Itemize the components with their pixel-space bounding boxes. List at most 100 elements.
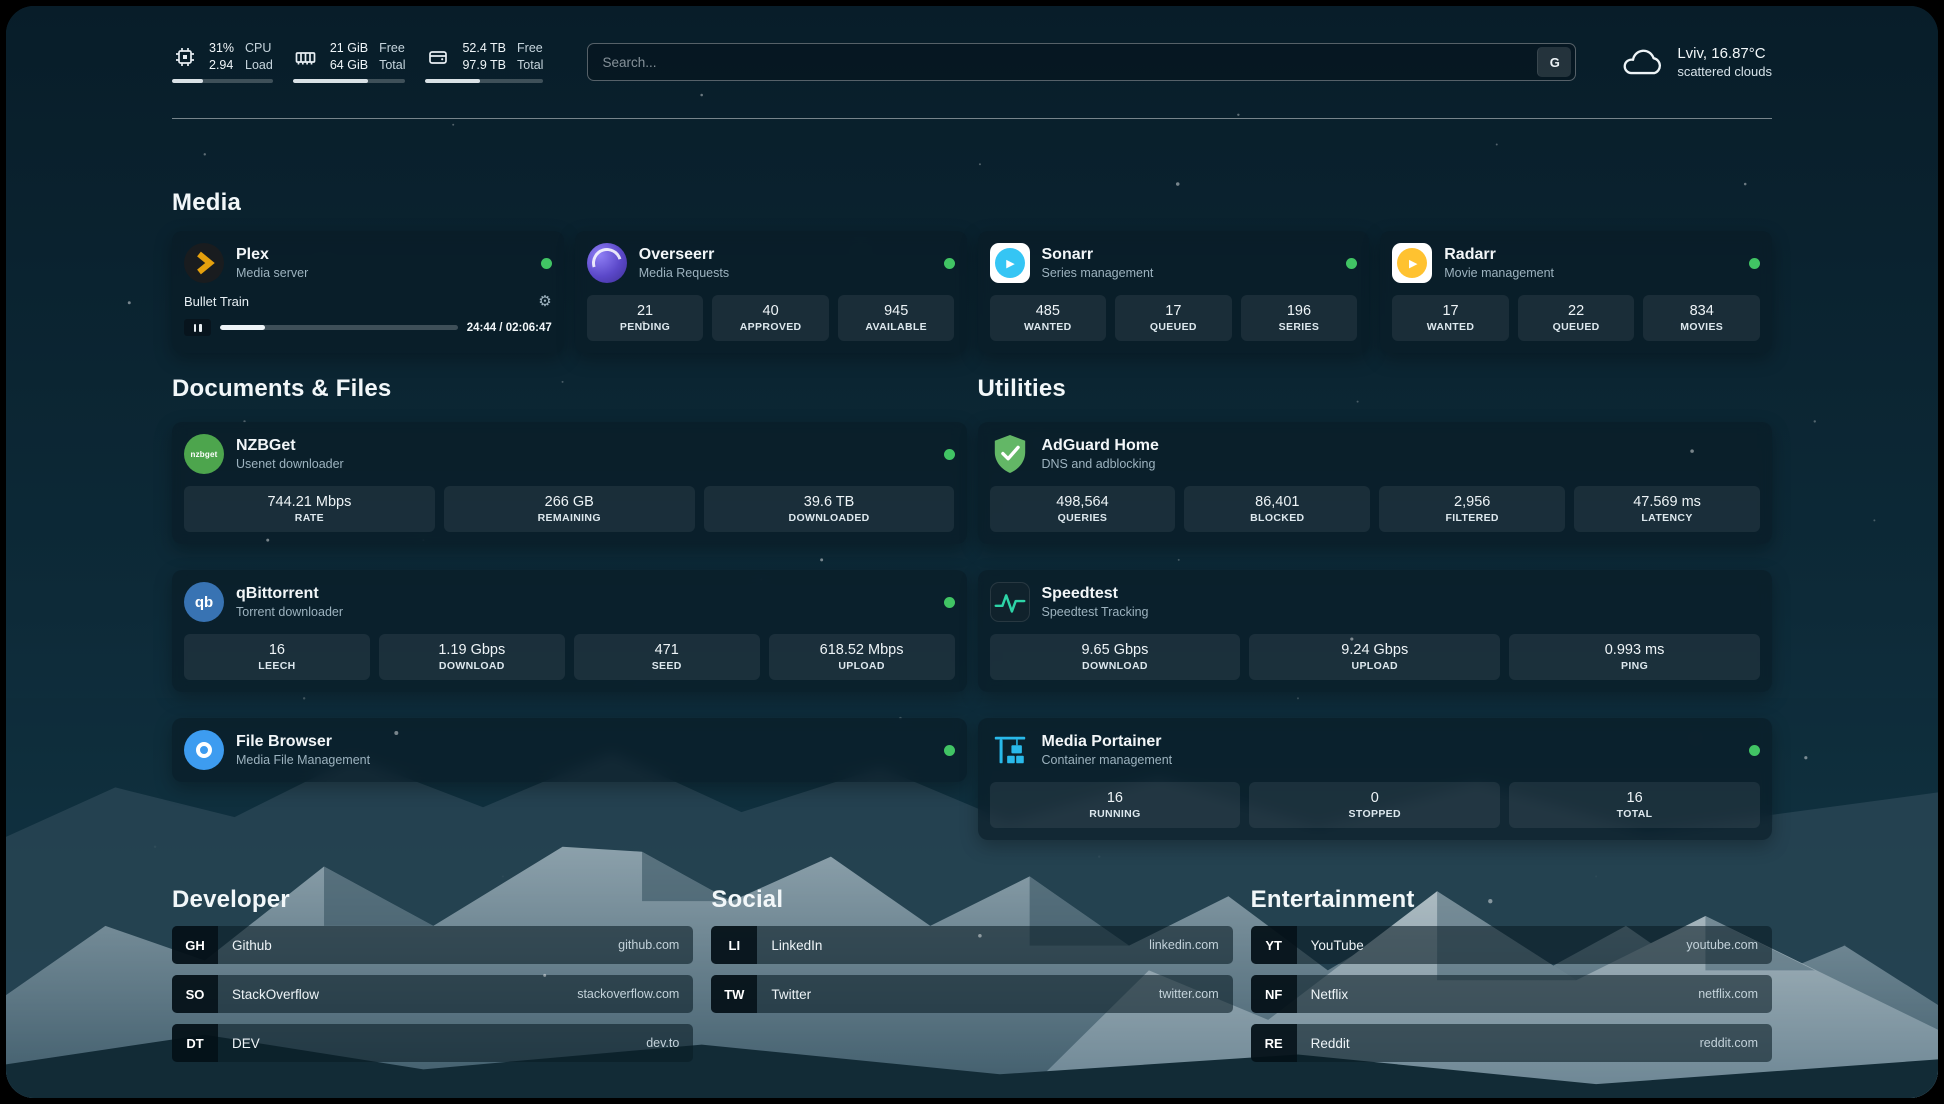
weather-location: Lviv, 16.87°C: [1677, 45, 1772, 62]
bookmark-twitter[interactable]: TW Twitter twitter.com: [711, 975, 1232, 1013]
stat-value: 86,401: [1255, 494, 1299, 510]
bookmarks-entertainment: Entertainment YT YouTube youtube.com NF …: [1251, 886, 1772, 1062]
app-card-radarr[interactable]: ▶ Radarr Movie management 17 WANTED 22: [1380, 231, 1772, 353]
memory-free-value: 21 GiB: [330, 41, 368, 57]
pause-button[interactable]: [184, 319, 211, 336]
bookmark-dev[interactable]: DT DEV dev.to: [172, 1024, 693, 1062]
stat-label: UPLOAD: [838, 660, 884, 672]
stat-box: 86,401 BLOCKED: [1184, 486, 1370, 532]
stat-label: DOWNLOAD: [439, 660, 505, 672]
search-engine-button[interactable]: G: [1537, 47, 1571, 77]
stat-box: 196 SERIES: [1241, 295, 1358, 341]
bookmark-reddit[interactable]: RE Reddit reddit.com: [1251, 1024, 1772, 1062]
bookmark-url: stackoverflow.com: [577, 987, 679, 1001]
portainer-icon: [990, 730, 1030, 770]
stat-label: PING: [1621, 660, 1648, 672]
bookmark-name: StackOverflow: [232, 987, 319, 1002]
stat-box: 22 QUEUED: [1518, 295, 1635, 341]
topbar: 31% 2.94 CPU Load: [172, 6, 1772, 83]
stat-label: MOVIES: [1680, 321, 1723, 333]
stat-box: 498,564 QUERIES: [990, 486, 1176, 532]
stat-value: 945: [884, 303, 908, 319]
bookmark-youtube[interactable]: YT YouTube youtube.com: [1251, 926, 1772, 964]
stat-label: STOPPED: [1349, 808, 1401, 820]
stat-box: 9.24 Gbps UPLOAD: [1249, 634, 1500, 680]
gear-icon[interactable]: ⚙: [538, 294, 551, 309]
stat-box: 47.569 ms LATENCY: [1574, 486, 1760, 532]
status-dot: [1749, 745, 1760, 756]
bookmark-abbr: RE: [1251, 1024, 1297, 1062]
bookmarks-developer: Developer GH Github github.com SO StackO…: [172, 886, 693, 1062]
app-card-filebrowser[interactable]: File Browser Media File Management: [172, 718, 967, 782]
cpu-icon: [172, 44, 198, 70]
radarr-icon: ▶: [1392, 243, 1432, 283]
storage-free-label: Free: [517, 41, 543, 57]
bookmark-netflix[interactable]: NF Netflix netflix.com: [1251, 975, 1772, 1013]
stat-label: SEED: [652, 660, 682, 672]
stat-value: 9.65 Gbps: [1081, 642, 1148, 658]
storage-total-value: 97.9 TB: [462, 58, 506, 74]
storage-usage-bar: [425, 79, 543, 83]
cpu-load-label: Load: [245, 58, 273, 74]
app-card-overseerr[interactable]: Overseerr Media Requests 21 PENDING 40 A…: [575, 231, 967, 353]
playback-progress-bar[interactable]: [220, 325, 458, 330]
bookmark-name: LinkedIn: [771, 938, 822, 953]
app-name: NZBGet: [236, 437, 344, 455]
adguard-icon: [990, 434, 1030, 474]
stat-value: 21: [637, 303, 653, 319]
app-name: Overseerr: [639, 246, 729, 264]
search-bar[interactable]: G: [587, 43, 1576, 81]
memory-free-label: Free: [379, 41, 405, 57]
app-desc: Media Requests: [639, 266, 729, 280]
cpu-usage-label: CPU: [245, 41, 273, 57]
bookmarks-social: Social LI LinkedIn linkedin.com TW Twitt…: [711, 886, 1232, 1062]
app-name: qBittorrent: [236, 585, 343, 603]
stat-box: 834 MOVIES: [1643, 295, 1760, 341]
stat-box: 16 RUNNING: [990, 782, 1241, 828]
stat-value: 266 GB: [545, 494, 594, 510]
app-desc: Media File Management: [236, 753, 370, 767]
bookmark-linkedin[interactable]: LI LinkedIn linkedin.com: [711, 926, 1232, 964]
stat-label: LEECH: [258, 660, 295, 672]
app-card-sonarr[interactable]: ▶ Sonarr Series management 485 WANTED 17: [978, 231, 1370, 353]
app-desc: Torrent downloader: [236, 605, 343, 619]
stat-box: 744.21 Mbps RATE: [184, 486, 435, 532]
app-card-adguard[interactable]: AdGuard Home DNS and adblocking 498,564 …: [978, 422, 1773, 544]
status-dot: [944, 597, 955, 608]
system-monitor-cpu: 31% 2.94 CPU Load: [172, 41, 273, 83]
bookmark-name: DEV: [232, 1036, 260, 1051]
app-desc: Movie management: [1444, 266, 1554, 280]
memory-total-value: 64 GiB: [330, 58, 368, 74]
app-name: AdGuard Home: [1042, 437, 1159, 455]
app-card-plex[interactable]: Plex Media server Bullet Train ⚙ 24:44 /…: [172, 231, 564, 353]
stat-value: 47.569 ms: [1633, 494, 1701, 510]
stat-box: 9.65 Gbps DOWNLOAD: [990, 634, 1241, 680]
search-input[interactable]: [602, 55, 1537, 70]
bookmark-stackoverflow[interactable]: SO StackOverflow stackoverflow.com: [172, 975, 693, 1013]
bookmark-github[interactable]: GH Github github.com: [172, 926, 693, 964]
stat-value: 196: [1287, 303, 1311, 319]
bookmark-name: YouTube: [1311, 938, 1364, 953]
stat-value: 17: [1165, 303, 1181, 319]
section-title-media: Media: [172, 189, 1772, 217]
section-title-entertainment: Entertainment: [1251, 886, 1772, 914]
app-card-portainer[interactable]: Media Portainer Container management 16 …: [978, 718, 1773, 840]
stat-label: RUNNING: [1089, 808, 1140, 820]
stat-box: 21 PENDING: [587, 295, 704, 341]
app-desc: Speedtest Tracking: [1042, 605, 1149, 619]
stat-value: 0.993 ms: [1605, 642, 1665, 658]
status-dot: [541, 258, 552, 269]
stat-box: 2,956 FILTERED: [1379, 486, 1565, 532]
cpu-usage-bar: [172, 79, 273, 83]
stat-label: DOWNLOAD: [1082, 660, 1148, 672]
app-card-qbittorrent[interactable]: qb qBittorrent Torrent downloader 16 LEE…: [172, 570, 967, 692]
bookmark-url: reddit.com: [1700, 1036, 1758, 1050]
app-card-speedtest[interactable]: Speedtest Speedtest Tracking 9.65 Gbps D…: [978, 570, 1773, 692]
app-card-nzbget[interactable]: nzbget NZBGet Usenet downloader 744.21 M…: [172, 422, 967, 544]
media-grid: Plex Media server Bullet Train ⚙ 24:44 /…: [172, 231, 1772, 353]
cloud-icon: [1620, 47, 1666, 78]
status-dot: [1749, 258, 1760, 269]
stat-box: 471 SEED: [574, 634, 760, 680]
stat-label: APPROVED: [740, 321, 802, 333]
app-desc: Container management: [1042, 753, 1173, 767]
